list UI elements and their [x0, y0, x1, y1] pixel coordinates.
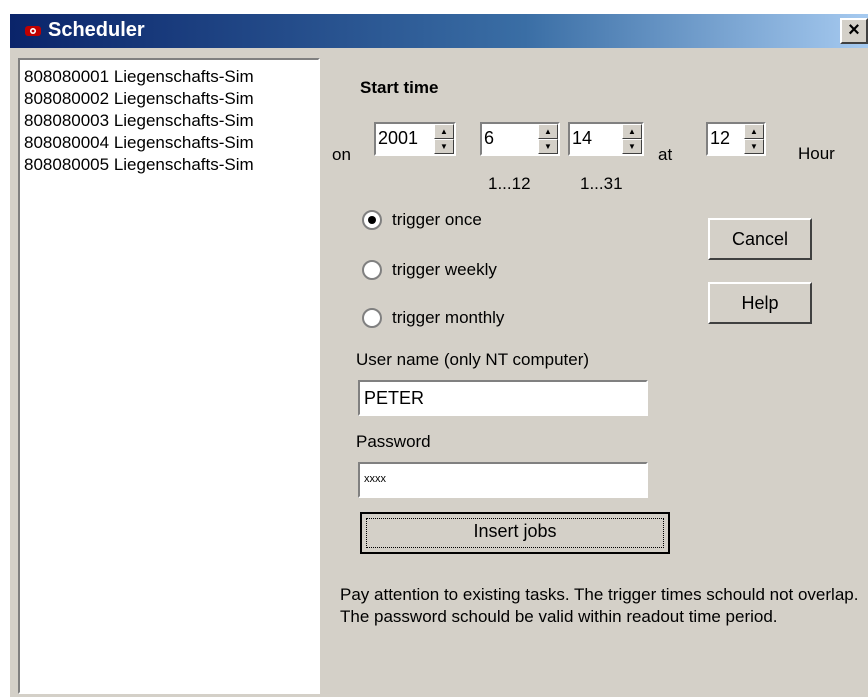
day-spinner[interactable]: 14 ▲ ▼ [568, 122, 644, 156]
password-field[interactable]: xxxx [358, 462, 648, 498]
spin-down-icon[interactable]: ▼ [538, 139, 558, 154]
spin-down-icon[interactable]: ▼ [622, 139, 642, 154]
trigger-weekly-radio[interactable] [362, 260, 382, 280]
month-range-label: 1...12 [488, 174, 531, 193]
spin-up-icon[interactable]: ▲ [744, 124, 764, 139]
trigger-monthly-label[interactable]: trigger monthly [392, 308, 504, 328]
cancel-button[interactable]: Cancel [708, 218, 812, 260]
title-bar: Scheduler × [10, 14, 868, 48]
year-spinner[interactable]: 2001 ▲ ▼ [374, 122, 456, 156]
spin-up-icon[interactable]: ▲ [434, 124, 454, 139]
info-note: Pay attention to existing tasks. The tri… [340, 585, 859, 626]
list-item[interactable]: 808080003 Liegenschafts-Sim [24, 110, 318, 132]
spin-up-icon[interactable]: ▲ [538, 124, 558, 139]
user-name-label: User name (only NT computer) [356, 350, 590, 369]
list-item[interactable]: 808080005 Liegenschafts-Sim [24, 154, 318, 176]
phone-icon [25, 26, 41, 36]
list-item[interactable]: 808080001 Liegenschafts-Sim [24, 66, 318, 88]
hour-label: Hour [798, 144, 835, 163]
user-name-field[interactable]: PETER [358, 380, 648, 416]
insert-jobs-button[interactable]: Insert jobs [360, 512, 670, 554]
list-item[interactable]: 808080004 Liegenschafts-Sim [24, 132, 318, 154]
scheduler-window: Scheduler × 808080001 Liegenschafts-Sim … [8, 12, 868, 697]
help-button[interactable]: Help [708, 282, 812, 324]
on-label: on [332, 145, 351, 164]
job-list[interactable]: 808080001 Liegenschafts-Sim 808080002 Li… [18, 58, 320, 694]
trigger-weekly-label[interactable]: trigger weekly [392, 260, 497, 280]
year-value: 2001 [378, 128, 419, 148]
spin-down-icon[interactable]: ▼ [434, 139, 454, 154]
day-range-label: 1...31 [580, 174, 623, 193]
trigger-once-radio[interactable] [362, 210, 382, 230]
trigger-once-label[interactable]: trigger once [392, 210, 482, 230]
at-label: at [658, 145, 673, 164]
month-spinner[interactable]: 6 ▲ ▼ [480, 122, 560, 156]
month-value: 6 [484, 128, 495, 148]
day-value: 14 [572, 128, 593, 148]
hour-spinner[interactable]: 12 ▲ ▼ [706, 122, 766, 156]
password-label: Password [356, 432, 431, 451]
window-title: Scheduler [48, 19, 145, 41]
hour-value: 12 [710, 128, 731, 148]
spin-up-icon[interactable]: ▲ [622, 124, 642, 139]
list-item[interactable]: 808080002 Liegenschafts-Sim [24, 88, 318, 110]
trigger-monthly-radio[interactable] [362, 308, 382, 328]
start-time-heading: Start time [360, 78, 439, 97]
spin-down-icon[interactable]: ▼ [744, 139, 764, 154]
close-icon: × [848, 19, 860, 41]
close-button[interactable]: × [840, 18, 868, 44]
